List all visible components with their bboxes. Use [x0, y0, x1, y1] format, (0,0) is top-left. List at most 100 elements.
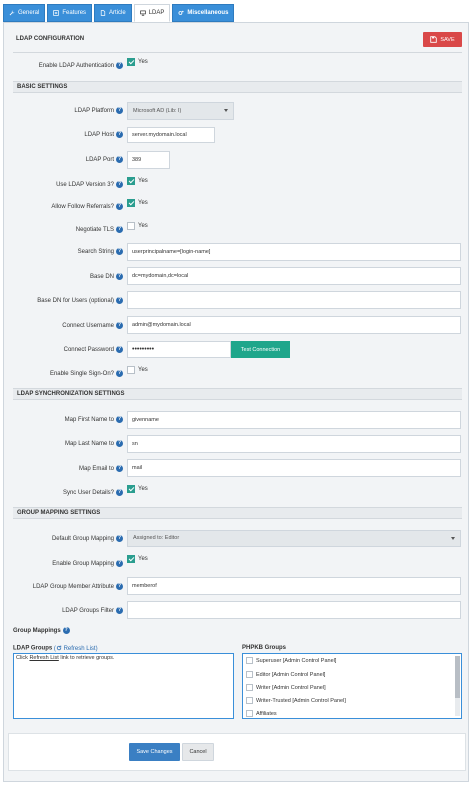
- port-label-text: LDAP Port: [85, 157, 114, 164]
- phpkb-group-item[interactable]: Writer [Admin Control Panel]: [246, 684, 326, 691]
- help-icon[interactable]: ?: [116, 156, 123, 163]
- tls-checkbox[interactable]: [127, 222, 135, 230]
- checkbox[interactable]: [246, 671, 253, 678]
- help-icon[interactable]: ?: [116, 273, 123, 280]
- enable-ldap-checkbox[interactable]: [127, 58, 135, 66]
- help-icon[interactable]: ?: [116, 489, 123, 496]
- email-map-input[interactable]: mail: [127, 459, 461, 477]
- tab-label: LDAP: [148, 10, 165, 16]
- attribute-input[interactable]: memberof: [127, 577, 461, 595]
- filter-input[interactable]: [127, 601, 461, 619]
- phpkb-group-label: Editor [Admin Control Panel]: [256, 671, 326, 678]
- basedn-input[interactable]: dc=mydomain,dc=local: [127, 267, 461, 285]
- host-input[interactable]: server.mydomain.local: [127, 127, 215, 143]
- default-group-select[interactable]: Assigned to: Editor: [127, 530, 461, 547]
- username-input[interactable]: admin@mydomain.local: [127, 316, 461, 334]
- help-icon[interactable]: ?: [116, 226, 123, 233]
- footer-bar: [8, 733, 466, 771]
- checkbox[interactable]: [246, 710, 253, 717]
- test-connection-button[interactable]: Test Connection: [231, 341, 290, 358]
- basedn-users-label-wrap: Base DN for Users (optional)?: [10, 297, 123, 307]
- checkbox[interactable]: [246, 697, 253, 704]
- help-icon[interactable]: ?: [116, 370, 123, 377]
- tab-miscellaneous[interactable]: Miscellaneous: [172, 4, 235, 22]
- last-name-input[interactable]: sn: [127, 435, 461, 453]
- attribute-label-text: LDAP Group Member Attribute: [32, 584, 114, 591]
- refresh-list-link[interactable]: ( Refresh List): [54, 646, 98, 652]
- help-icon[interactable]: ?: [116, 583, 123, 590]
- last-label-text: Map Last Name to: [64, 441, 114, 448]
- list-icon: [53, 10, 60, 16]
- email-label: Map Email to?: [79, 465, 123, 472]
- help-icon[interactable]: ?: [116, 248, 123, 255]
- first-label-wrap: Map First Name to?: [10, 416, 123, 426]
- password-input[interactable]: •••••••••: [127, 341, 231, 358]
- help-icon[interactable]: ?: [62, 627, 70, 634]
- help-icon[interactable]: ?: [116, 131, 123, 138]
- v3-label-wrap: Use LDAP Version 3??: [10, 181, 123, 191]
- enable-ldap-label-wrap: Enable LDAP Authentication?: [10, 62, 123, 72]
- v3-label-text: Use LDAP Version 3?: [56, 182, 114, 189]
- hint-refresh-link[interactable]: Refresh List: [29, 655, 58, 661]
- group-mappings-text: Group Mappings: [13, 628, 61, 635]
- help-icon[interactable]: ?: [116, 607, 123, 614]
- port-input[interactable]: 389: [127, 151, 170, 169]
- sso-checkbox[interactable]: [127, 366, 135, 374]
- host-label-wrap: LDAP Host?: [10, 131, 123, 141]
- help-icon[interactable]: ?: [116, 465, 123, 472]
- platform-label-text: LDAP Platform: [74, 108, 114, 115]
- phpkb-group-item[interactable]: Editor [Admin Control Panel]: [246, 671, 325, 678]
- default-group-value: Assigned to: Editor: [133, 535, 180, 541]
- tab-features[interactable]: Features: [47, 4, 93, 22]
- referrals-label: Allow Follow Referrals??: [51, 203, 123, 210]
- enable-group-checkbox[interactable]: [127, 555, 135, 563]
- details-label: Sync User Details??: [63, 489, 123, 496]
- first-name-input[interactable]: givenname: [127, 411, 461, 429]
- basedn-label: Base DN?: [90, 273, 123, 280]
- phpkb-group-item[interactable]: Superuser [Admin Control Panel]: [246, 657, 336, 664]
- checkbox[interactable]: [246, 684, 253, 691]
- platform-label: LDAP Platform?: [74, 107, 123, 114]
- ldap-groups-label: LDAP Groups ( Refresh List): [13, 645, 98, 652]
- chevron-down-icon: [451, 537, 455, 540]
- refresh-icon: [56, 645, 62, 651]
- basedn-users-input[interactable]: [127, 291, 461, 309]
- platform-value: Microsoft AD (Lib: I): [133, 108, 182, 114]
- tab-label: General: [18, 10, 40, 16]
- tab-ldap[interactable]: LDAP: [133, 4, 171, 22]
- tab-general[interactable]: General: [3, 4, 46, 22]
- help-icon[interactable]: ?: [116, 203, 123, 210]
- help-icon[interactable]: ?: [116, 535, 123, 542]
- ldap-groups-box[interactable]: Click Refresh List link to retrieve grou…: [13, 653, 234, 719]
- phpkb-group-item[interactable]: Affiliates: [246, 710, 277, 717]
- search-label-text: Search String: [77, 249, 114, 256]
- help-icon[interactable]: ?: [116, 560, 123, 567]
- sync-details-checkbox[interactable]: [127, 485, 135, 493]
- search-string-input[interactable]: userprincipalname=[login-name]: [127, 243, 461, 261]
- save-changes-button[interactable]: Save Changes: [129, 743, 180, 761]
- help-icon[interactable]: ?: [116, 107, 123, 114]
- v3-checkbox[interactable]: [127, 177, 135, 185]
- help-icon[interactable]: ?: [116, 181, 123, 188]
- checkbox[interactable]: [246, 657, 253, 664]
- sync-details-value: Yes: [138, 486, 148, 492]
- save-button[interactable]: SAVE: [423, 32, 462, 47]
- referrals-checkbox[interactable]: [127, 199, 135, 207]
- basedn-users-label-text: Base DN for Users (optional): [37, 298, 114, 305]
- help-icon[interactable]: ?: [116, 322, 123, 329]
- phpkb-group-item[interactable]: Writer-Trusted [Admin Control Panel]: [246, 697, 346, 704]
- help-icon[interactable]: ?: [116, 416, 123, 423]
- help-icon[interactable]: ?: [116, 297, 123, 304]
- help-icon[interactable]: ?: [116, 346, 123, 353]
- scrollbar-thumb[interactable]: [455, 656, 460, 698]
- platform-select[interactable]: Microsoft AD (Lib: I): [127, 102, 234, 120]
- ldap-groups-text: LDAP Groups: [13, 645, 53, 652]
- referrals-label-text: Allow Follow Referrals?: [51, 204, 114, 211]
- filter-label: LDAP Groups Filter?: [62, 607, 123, 614]
- help-icon[interactable]: ?: [116, 440, 123, 447]
- help-icon[interactable]: ?: [116, 62, 123, 69]
- scrollbar[interactable]: [455, 656, 460, 716]
- port-label: LDAP Port?: [86, 156, 123, 163]
- tab-article[interactable]: Article: [94, 4, 132, 22]
- cancel-button[interactable]: Cancel: [182, 743, 214, 761]
